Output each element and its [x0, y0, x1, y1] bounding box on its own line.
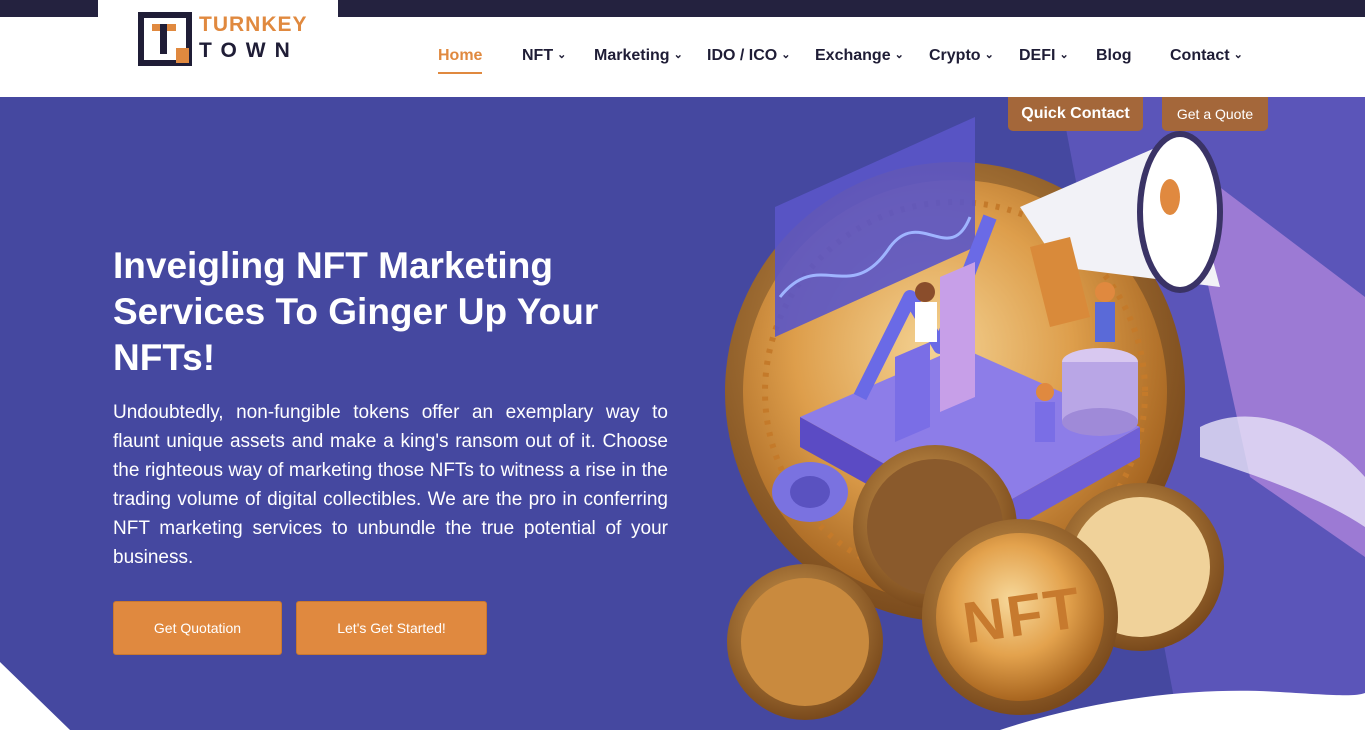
- hero-title: Inveigling NFT Marketing Services To Gin…: [113, 245, 599, 378]
- chevron-down-icon: ⌄: [557, 49, 567, 61]
- chevron-down-icon: ⌄: [781, 49, 791, 61]
- nav-label: DEFI: [1019, 47, 1056, 64]
- main-nav: Home NFT ⌄ Marketing ⌄ IDO / ICO ⌄ Exchange…: [0, 17, 1365, 97]
- chevron-down-icon: ⌄: [984, 49, 994, 61]
- nav-crypto[interactable]: Crypto ⌄: [929, 47, 994, 65]
- hero-description: Undoubtedly, non-fungible tokens offer a…: [113, 402, 668, 568]
- hero-section: NFT Quick Contact Get a Quote Inveigling…: [0, 97, 1365, 730]
- chevron-down-icon: ⌄: [894, 49, 904, 61]
- nav-marketing[interactable]: Marketing ⌄: [594, 47, 683, 65]
- nav-label: Home: [438, 47, 483, 64]
- nav-label: Crypto: [929, 47, 981, 64]
- nav-label: IDO / ICO: [707, 47, 778, 64]
- nav-label: Blog: [1096, 47, 1132, 64]
- chevron-down-icon: ⌄: [1233, 49, 1243, 61]
- site-header: TURNKEY TOWN Home NFT ⌄ Marketing ⌄ IDO / …: [0, 0, 1365, 97]
- chevron-down-icon: ⌄: [673, 49, 683, 61]
- nav-blog[interactable]: Blog: [1096, 47, 1132, 65]
- get-started-button[interactable]: Let's Get Started!: [296, 601, 487, 655]
- nav-nft[interactable]: NFT ⌄: [522, 47, 566, 65]
- quick-contact-tab[interactable]: Quick Contact: [1008, 97, 1143, 131]
- nav-label: Contact: [1170, 47, 1230, 64]
- get-quotation-button[interactable]: Get Quotation: [113, 601, 282, 655]
- nav-defi[interactable]: DEFI ⌄: [1019, 47, 1069, 65]
- nav-exchange[interactable]: Exchange ⌄: [815, 47, 904, 65]
- nav-ido-ico[interactable]: IDO / ICO ⌄: [707, 47, 790, 65]
- nav-label: NFT: [522, 47, 554, 64]
- nav-contact[interactable]: Contact ⌄: [1170, 47, 1243, 65]
- chevron-down-icon: ⌄: [1059, 49, 1069, 61]
- get-a-quote-tab[interactable]: Get a Quote: [1162, 97, 1268, 131]
- nav-label: Marketing: [594, 47, 670, 64]
- nav-home[interactable]: Home: [438, 47, 483, 74]
- nav-label: Exchange: [815, 47, 891, 64]
